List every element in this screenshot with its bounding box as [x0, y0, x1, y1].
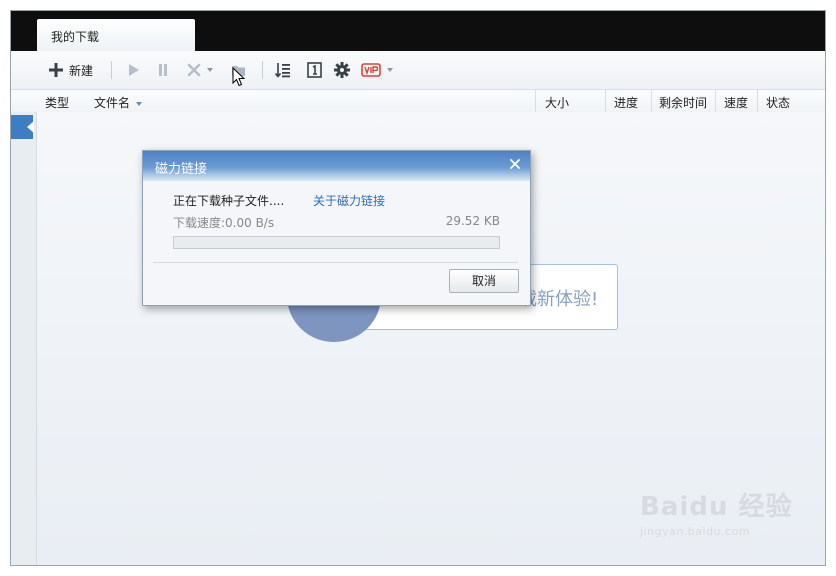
- download-progress-bar: [173, 236, 500, 249]
- column-divider: [605, 90, 606, 112]
- single-task-button[interactable]: [307, 61, 322, 79]
- new-button[interactable]: 新建: [49, 61, 93, 79]
- column-progress[interactable]: 进度: [614, 94, 638, 111]
- column-header-row: 类型 文件名 大小 进度 剩余时间 速度 状态: [11, 90, 825, 113]
- tab-my-downloads[interactable]: 我的下载: [37, 19, 195, 51]
- start-button[interactable]: [128, 61, 140, 79]
- download-status-text: 正在下载种子文件....: [173, 194, 285, 208]
- delete-button[interactable]: [187, 61, 213, 79]
- pause-icon: [159, 64, 167, 76]
- title-bar: 我的下载: [11, 11, 825, 51]
- sidebar-item-active[interactable]: [11, 115, 34, 139]
- settings-button[interactable]: [334, 61, 350, 79]
- download-speed-text: 下载速度:0.00 B/s: [173, 216, 275, 230]
- vip-button[interactable]: [361, 61, 393, 79]
- dialog-divider: [153, 262, 518, 263]
- column-divider: [535, 90, 536, 112]
- play-icon: [129, 64, 139, 76]
- column-filename-label: 文件名: [94, 96, 131, 110]
- column-filename[interactable]: 文件名: [94, 94, 142, 111]
- dialog-title: 磁力链接: [155, 162, 208, 177]
- tab-label: 我的下载: [51, 30, 100, 44]
- watermark-url: jingyan.baidu.com: [640, 525, 751, 538]
- chevron-down-icon[interactable]: [207, 68, 213, 72]
- toolbar-divider: [262, 61, 263, 79]
- magnet-link-dialog: 磁力链接 正在下载种子文件.... 关于磁力链接 下载速度:0.00 B/s 2…: [142, 150, 531, 306]
- plus-icon: [49, 63, 63, 77]
- column-status[interactable]: 状态: [766, 94, 790, 111]
- chevron-down-icon[interactable]: [387, 68, 393, 72]
- about-magnet-link[interactable]: 关于磁力链接: [313, 192, 385, 209]
- mouse-cursor-icon: [232, 67, 246, 87]
- gear-icon: [334, 62, 350, 78]
- delete-icon: [187, 63, 201, 77]
- sort-icon: [275, 63, 290, 78]
- dialog-title-bar: 磁力链接: [143, 151, 530, 181]
- single-task-icon: [307, 62, 322, 78]
- toolbar: 新建: [11, 51, 825, 90]
- column-divider: [651, 90, 652, 112]
- cancel-button[interactable]: 取消: [449, 269, 519, 293]
- pause-button[interactable]: [157, 61, 169, 79]
- new-button-label: 新建: [69, 63, 94, 78]
- column-speed[interactable]: 速度: [724, 94, 748, 111]
- baidu-jingyan-watermark: Baidu 经验 jingyan.baidu.com: [640, 486, 792, 538]
- sidebar: [11, 112, 37, 565]
- column-type[interactable]: 类型: [45, 94, 69, 111]
- close-icon[interactable]: [508, 157, 522, 171]
- column-size[interactable]: 大小: [545, 94, 569, 111]
- column-divider: [715, 90, 716, 112]
- column-divider: [757, 90, 758, 112]
- toolbar-divider: [111, 61, 112, 79]
- watermark-logo: Baidu 经验: [640, 492, 793, 522]
- vip-icon: [361, 63, 381, 77]
- chevron-down-icon: [135, 101, 142, 106]
- column-remaining[interactable]: 剩余时间: [659, 94, 707, 111]
- sort-button[interactable]: [275, 61, 291, 79]
- downloaded-size-text: 29.52 KB: [445, 214, 500, 228]
